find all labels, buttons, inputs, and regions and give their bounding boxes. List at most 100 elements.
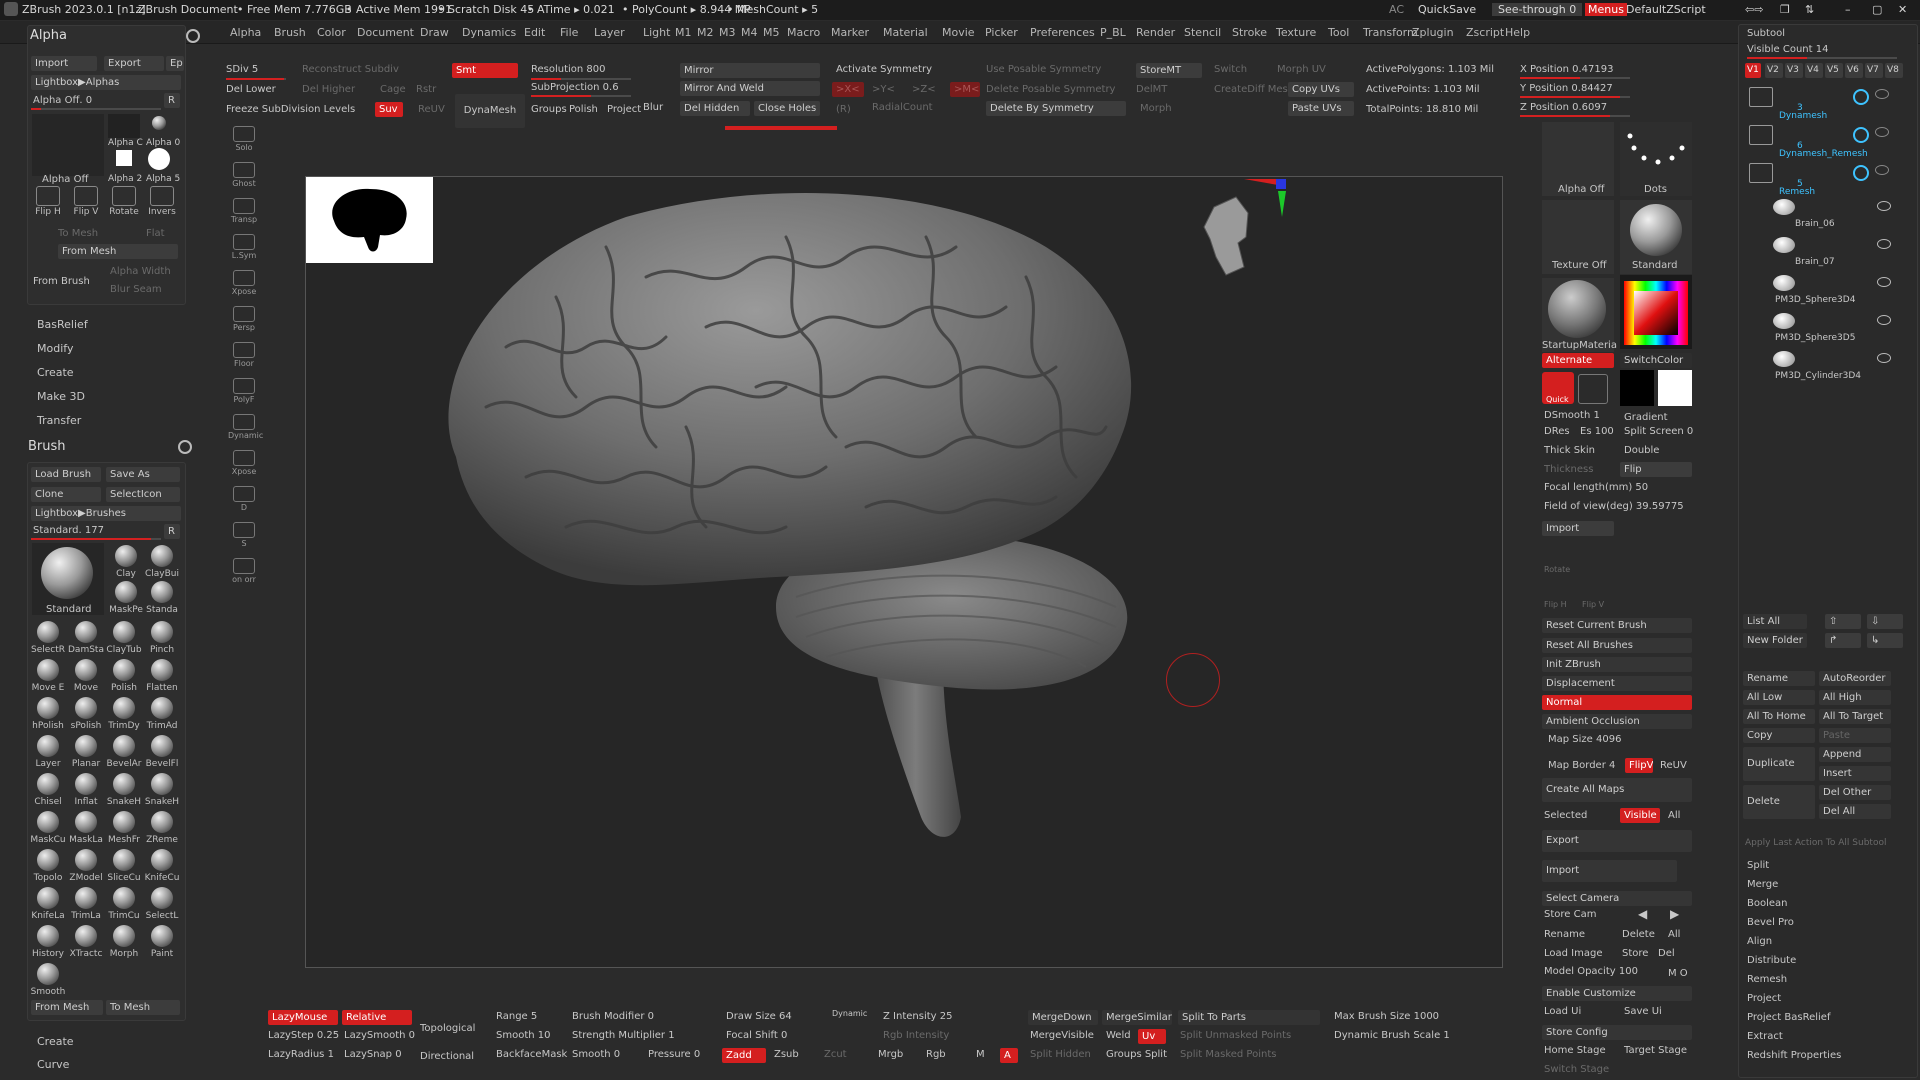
subtool-menu-project[interactable]: Project (1747, 993, 1781, 1004)
menu-alpha[interactable]: Alpha (230, 26, 261, 39)
paste-uvs-button[interactable]: Paste UVs (1288, 101, 1354, 116)
pressure-slider[interactable]: Pressure 0 (648, 1049, 700, 1060)
minimize-icon[interactable]: – (1845, 3, 1851, 16)
side-shelf-on-orr[interactable]: on orr (228, 556, 260, 586)
dsmooth-slider[interactable]: DSmooth 1 (1544, 410, 1600, 421)
eye-icon[interactable] (1877, 239, 1891, 249)
brush-cell-bevelfl[interactable]: BevelFl (144, 735, 180, 769)
brush-to-mesh-button[interactable]: To Mesh (106, 1000, 180, 1015)
smooth-zero-slider[interactable]: Smooth 0 (572, 1049, 620, 1060)
side-shelf-d[interactable]: D (228, 484, 260, 514)
blur-seam-slider[interactable]: Blur Seam (110, 284, 162, 295)
eye-icon[interactable] (1875, 127, 1889, 137)
menu-m3[interactable]: M3 (719, 26, 736, 39)
suv-toggle[interactable]: Suv (375, 102, 403, 117)
subtool-item[interactable]: PM3D_Sphere3D5 (1765, 311, 1913, 347)
menu-light[interactable]: Light (643, 26, 670, 39)
brush-cell-spolish[interactable]: sPolish (68, 697, 104, 731)
brush-refresh-icon[interactable] (178, 440, 192, 454)
map-reuv-toggle[interactable]: ReUV (1660, 760, 1687, 771)
side-shelf-solo[interactable]: Solo (228, 124, 260, 154)
menu-zscript[interactable]: Zscript (1466, 26, 1504, 39)
autoreorder-button[interactable]: AutoReorder (1819, 671, 1891, 686)
side-shelf-ghost[interactable]: Ghost (228, 160, 260, 190)
m-toggle[interactable]: M (976, 1049, 985, 1060)
alpha-thumb-5[interactable] (148, 148, 170, 170)
menu-movie[interactable]: Movie (942, 26, 975, 39)
brush-cell-meshfr[interactable]: MeshFr (106, 811, 142, 845)
morph-slider[interactable]: Morph (1140, 103, 1172, 114)
swap-icon[interactable]: ⇅ (1805, 3, 1814, 16)
copy-uvs-button[interactable]: Copy UVs (1288, 82, 1354, 97)
default-zscript[interactable]: DefaultZScript (1626, 3, 1706, 16)
alpha-from-mesh-button[interactable]: From Mesh (58, 244, 178, 259)
side-shelf-dynamic[interactable]: Dynamic (228, 412, 263, 442)
mergesimilar-button[interactable]: MergeSimilar (1102, 1010, 1172, 1025)
zsub-toggle[interactable]: Zsub (774, 1049, 799, 1060)
rgb-toggle[interactable]: Rgb (926, 1049, 946, 1060)
list-all-button[interactable]: List All (1743, 614, 1807, 629)
switch-stage-button[interactable]: Switch Stage (1544, 1064, 1609, 1075)
brush-cell-layer[interactable]: Layer (30, 735, 66, 769)
store-image-button[interactable]: Store (1622, 948, 1648, 959)
radial-r-toggle[interactable]: (R) (836, 104, 851, 115)
smt-toggle[interactable]: Smt (452, 63, 518, 78)
all-low-button[interactable]: All Low (1743, 690, 1815, 705)
brush-cell-knifela[interactable]: KnifeLa (30, 887, 66, 921)
del-lower-button[interactable]: Del Lower (226, 84, 276, 95)
use-posable-symmetry-button[interactable]: Use Posable Symmetry (986, 64, 1101, 75)
sdiv-slider[interactable]: SDiv 5 (226, 64, 258, 75)
visible-count-slider[interactable]: Visible Count 14 (1747, 44, 1828, 55)
normal-button[interactable]: Normal (1542, 695, 1692, 710)
maximize-icon[interactable]: ▢ (1872, 3, 1882, 16)
subtool-rename-button[interactable]: Rename (1743, 671, 1815, 686)
alpha-panel-title[interactable]: Alpha (30, 28, 67, 43)
menu-dynamics[interactable]: Dynamics (462, 26, 516, 39)
subtool-menu-boolean[interactable]: Boolean (1747, 898, 1788, 909)
store-cam-button[interactable]: Store Cam (1544, 909, 1596, 920)
groups-toggle[interactable]: Groups (531, 104, 567, 115)
reset-current-brush-button[interactable]: Reset Current Brush (1542, 618, 1692, 633)
brush-cell-bevelar[interactable]: BevelAr (106, 735, 142, 769)
mirror-and-weld-button[interactable]: Mirror And Weld (680, 81, 820, 96)
alpha-import-button[interactable]: Import (31, 56, 97, 71)
morph-uv-button[interactable]: Morph UV (1277, 64, 1326, 75)
a-toggle[interactable]: A (1000, 1048, 1018, 1063)
main-color-swatch[interactable] (1620, 370, 1654, 406)
append-button[interactable]: Append (1819, 747, 1891, 762)
canvas-viewport[interactable] (305, 176, 1503, 968)
flip-v-button[interactable]: Flip V (1582, 600, 1604, 609)
brush-from-mesh-button[interactable]: From Mesh (31, 1000, 103, 1015)
eye-icon[interactable] (1877, 277, 1891, 287)
reuv-button[interactable]: ReUV (418, 104, 445, 115)
brush-cell-pinch[interactable]: Pinch (144, 621, 180, 655)
enable-customize-button[interactable]: Enable Customize (1542, 986, 1692, 1001)
y-position-slider[interactable]: Y Position 0.84427 (1520, 83, 1613, 94)
menu-texture[interactable]: Texture (1276, 26, 1316, 39)
dynamic-brush-scale-slider[interactable]: Dynamic Brush Scale 1 (1334, 1030, 1450, 1041)
storemt-button[interactable]: StoreMT (1136, 63, 1202, 78)
flip-h-button[interactable]: Flip H (1544, 600, 1567, 609)
radial-count-slider[interactable]: RadialCount (872, 102, 933, 113)
new-folder-button[interactable]: New Folder (1743, 633, 1807, 648)
brush-cell-snakeh[interactable]: SnakeH (144, 773, 180, 807)
store-config-button[interactable]: Store Config (1542, 1025, 1692, 1040)
eye-icon[interactable] (1877, 201, 1891, 211)
menu-transform[interactable]: Transform (1363, 26, 1418, 39)
eye-icon[interactable] (1875, 89, 1889, 99)
brush-cell-hpolish[interactable]: hPolish (30, 697, 66, 731)
double-button[interactable]: Double (1624, 445, 1659, 456)
lazysmooth-slider[interactable]: LazySmooth 0 (344, 1030, 415, 1041)
del-higher-button[interactable]: Del Higher (302, 84, 355, 95)
project-toggle[interactable]: Project (607, 104, 641, 115)
subtool-item[interactable]: Brain_07 (1765, 235, 1913, 271)
focal-length-slider[interactable]: Focal length(mm) 50 (1544, 482, 1648, 493)
groups-split-button[interactable]: Groups Split (1106, 1049, 1167, 1060)
menu-file[interactable]: File (560, 26, 578, 39)
brush-cell-xtractc[interactable]: XTractc (68, 925, 104, 959)
reconstruct-subdiv-button[interactable]: Reconstruct Subdiv (302, 64, 399, 75)
subtool-menu-redshift-properties[interactable]: Redshift Properties (1747, 1050, 1841, 1061)
brush-cell-inflat[interactable]: Inflat (68, 773, 104, 807)
brush-cell-chisel[interactable]: Chisel (30, 773, 66, 807)
rotate-button[interactable]: Rotate (1544, 565, 1570, 574)
